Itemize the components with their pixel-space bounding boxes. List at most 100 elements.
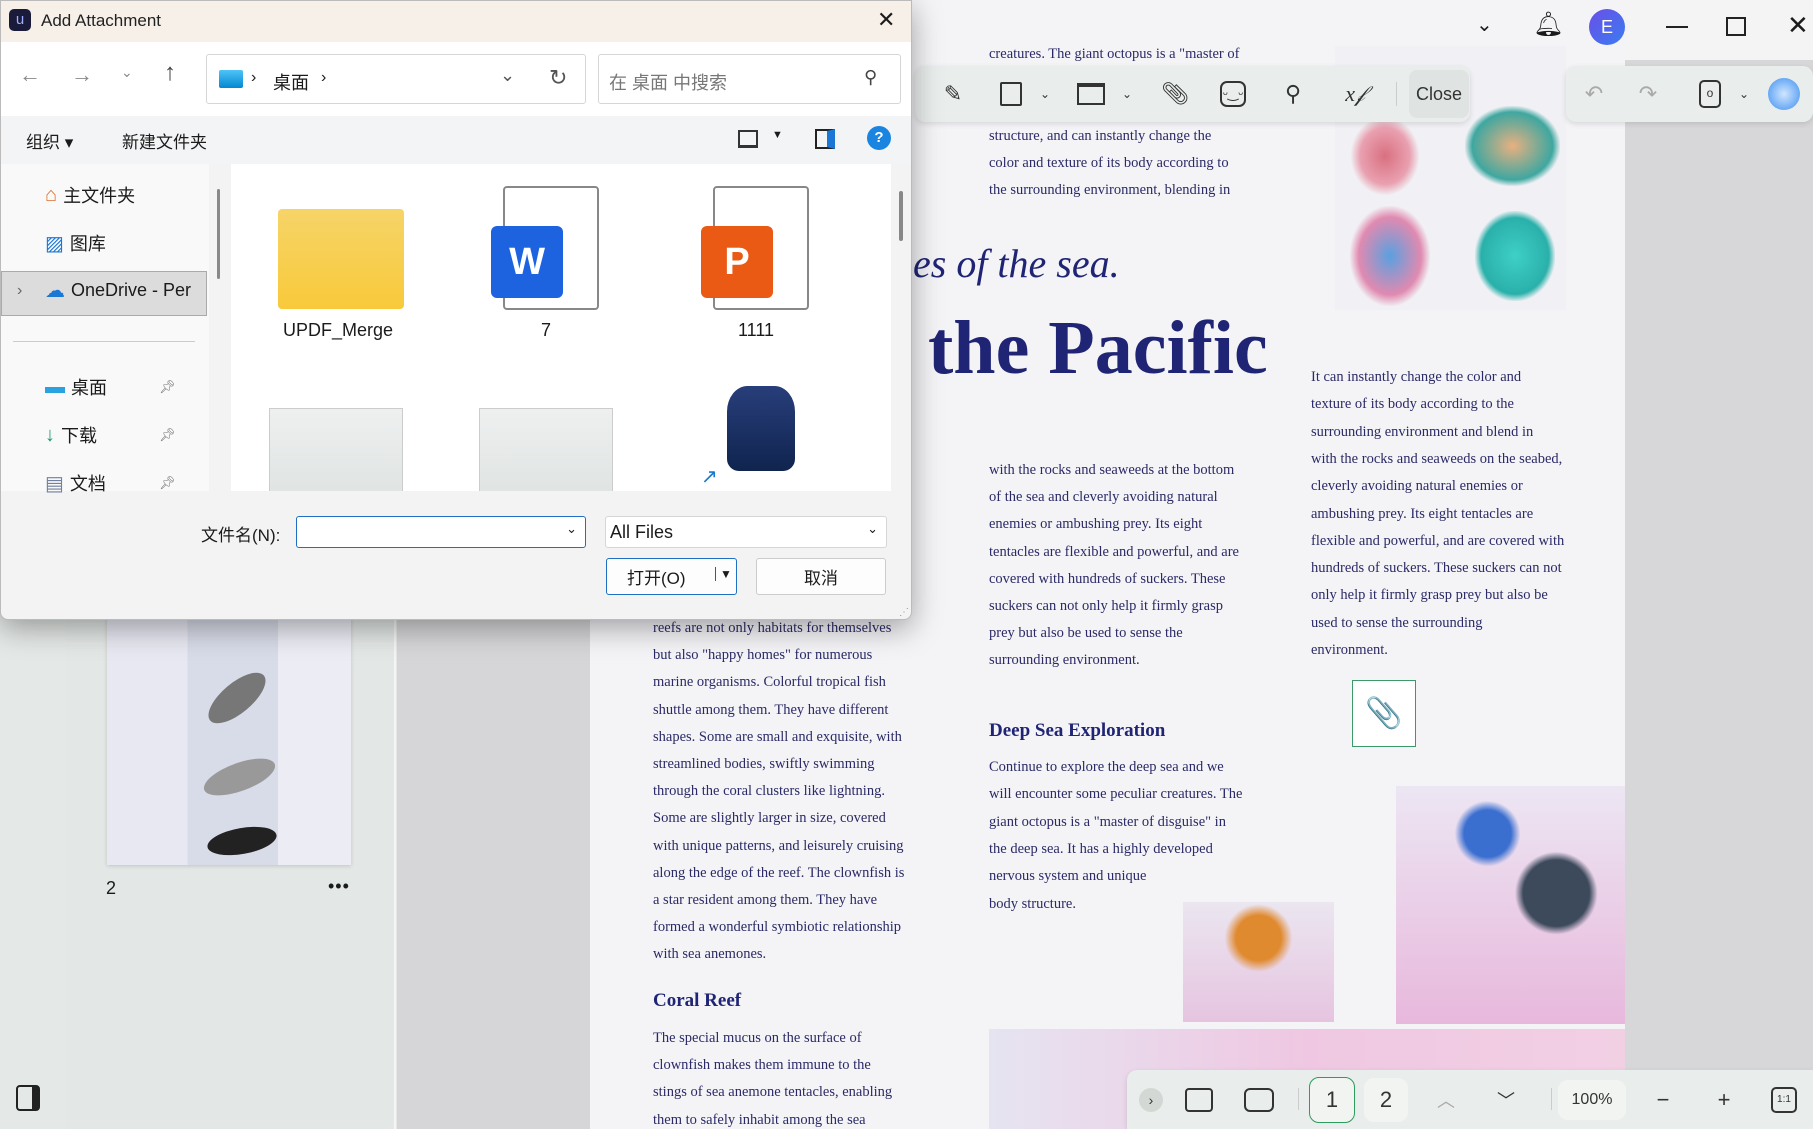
page-text-line: prey but also be used to sense the xyxy=(989,625,1183,642)
signature-icon[interactable]: x𝒻 xyxy=(1345,81,1365,107)
expand-chevron-icon[interactable]: › xyxy=(1139,1087,1163,1112)
zoom-out-icon[interactable]: − xyxy=(1657,1087,1670,1113)
page-text-line: marine organisms. Colorful tropical fish xyxy=(653,674,886,691)
ai-assistant-icon[interactable] xyxy=(1768,78,1800,110)
page-thumbnail[interactable] xyxy=(107,613,351,865)
next-page-icon[interactable]: ﹀ xyxy=(1497,1087,1515,1113)
rectangle-icon[interactable] xyxy=(1000,82,1022,106)
breadcrumb-desktop[interactable]: 桌面 xyxy=(273,69,309,95)
toolbar-divider xyxy=(1551,1088,1552,1110)
undo-icon[interactable]: ↶ xyxy=(1585,81,1603,107)
home-icon: ⌂ xyxy=(45,183,58,206)
presentation-icon[interactable] xyxy=(1244,1087,1274,1112)
page-text-line: with unique patterns, and leisurely crui… xyxy=(653,837,904,854)
file-item-screenshot[interactable] xyxy=(269,408,403,491)
organize-menu[interactable]: 组织 ▾ xyxy=(26,128,73,153)
nav-scrollbar[interactable] xyxy=(217,189,220,279)
reading-mode-icon[interactable] xyxy=(1185,1087,1213,1112)
file-type-select[interactable]: All Files ⌄ xyxy=(605,516,887,548)
file-item-folder[interactable]: UPDF_Merge xyxy=(258,194,418,354)
thumbnail-more-icon[interactable]: ••• xyxy=(328,876,350,897)
page-button-1[interactable]: 1 xyxy=(1309,1076,1355,1123)
pin-icon[interactable]: 📌︎ xyxy=(159,379,176,395)
nav-item[interactable]: ☁ OneDrive - Per xyxy=(45,278,191,303)
previous-page-icon[interactable]: ︿ xyxy=(1437,1087,1455,1113)
resize-grip-icon[interactable]: ⋰ xyxy=(899,607,909,618)
maximize-icon[interactable] xyxy=(1726,17,1746,36)
save-icon[interactable]: o xyxy=(1699,80,1721,108)
chevron-down-icon[interactable]: ⌄ xyxy=(1476,12,1493,37)
nav-item[interactable]: ⌂ 主文件夹 xyxy=(45,182,135,208)
page-button-2[interactable]: 2 xyxy=(1364,1077,1408,1122)
file-item-powerpoint[interactable]: P 1111 xyxy=(676,186,836,356)
attachment-annotation-icon[interactable]: 📎 xyxy=(1352,680,1416,747)
open-button[interactable]: 打开(O) ▼ xyxy=(606,558,737,595)
stamp-icon[interactable]: ⚲ xyxy=(1285,81,1301,107)
whale-image xyxy=(199,751,280,803)
help-icon[interactable]: ? xyxy=(867,126,891,150)
file-item-word[interactable]: W 7 xyxy=(466,186,626,356)
up-icon[interactable]: ↑ xyxy=(164,59,176,87)
refresh-icon[interactable]: ↻ xyxy=(549,65,567,91)
search-icon[interactable]: ⚲ xyxy=(864,67,877,88)
nav-item[interactable]: ▤ 文档 📌︎ xyxy=(45,470,176,496)
nav-item[interactable]: ▬ 桌面 📌︎ xyxy=(45,374,176,400)
minimize-icon[interactable] xyxy=(1666,26,1688,28)
search-box[interactable]: 在 桌面 中搜索 ⚲ xyxy=(598,54,901,104)
zoom-level[interactable]: 100% xyxy=(1558,1079,1626,1120)
page-text-line: but also "happy homes" for numerous xyxy=(653,647,873,664)
close-toolbar-button[interactable]: Close xyxy=(1409,70,1469,118)
pin-icon[interactable]: 📌︎ xyxy=(159,427,176,443)
view-dropdown-icon[interactable]: ▼ xyxy=(772,129,783,141)
file-list-scrollbar[interactable] xyxy=(899,191,903,241)
page-text-line: giant octopus is a "master of disguise" … xyxy=(989,813,1226,830)
paperclip-icon[interactable]: 📎︎ xyxy=(1161,81,1189,107)
chevron-down-icon[interactable]: ⌄ xyxy=(566,521,577,537)
nav-item[interactable]: ↓ 下载 📌︎ xyxy=(45,422,176,448)
desktop-icon: ▬ xyxy=(45,375,65,398)
forward-icon[interactable]: → xyxy=(71,62,93,88)
address-bar[interactable]: › 桌面 › ⌄ ↻ xyxy=(206,54,586,104)
zoom-in-icon[interactable]: + xyxy=(1718,1087,1731,1113)
recent-locations-icon[interactable]: ⌄ xyxy=(121,64,133,81)
document-icon: ▤ xyxy=(45,472,64,495)
expand-chevron-icon[interactable]: › xyxy=(17,282,22,300)
file-item-shortcut-cat[interactable]: ↗ xyxy=(701,376,811,491)
notification-bell-icon[interactable]: 🔔︎ xyxy=(1533,10,1563,39)
page-text-line: body structure. xyxy=(989,895,1076,912)
new-folder-button[interactable]: 新建文件夹 xyxy=(122,128,207,153)
search-input[interactable]: 在 桌面 中搜索 xyxy=(609,69,727,95)
nav-item-label: 桌面 xyxy=(71,378,107,398)
chevron-down-icon[interactable]: ⌄ xyxy=(867,521,878,537)
filename-input[interactable]: ⌄ xyxy=(296,516,586,548)
page-text-line: reefs are not only habitats for themselv… xyxy=(653,620,892,636)
chevron-down-icon[interactable]: ⌄ xyxy=(1739,87,1749,101)
file-item-screenshot[interactable] xyxy=(479,408,613,491)
chevron-down-icon[interactable]: ⌄ xyxy=(1040,87,1050,101)
page-text-line: clownfish makes them immune to the xyxy=(653,1057,871,1074)
page-text-line: The special mucus on the surface of xyxy=(653,1030,862,1046)
highlighter-icon[interactable]: ✎ xyxy=(944,81,962,107)
actual-size-button[interactable]: 1:1 xyxy=(1771,1086,1797,1113)
nav-item[interactable]: ▨ 图库 xyxy=(45,230,106,256)
avatar[interactable]: E xyxy=(1589,9,1625,45)
measure-icon[interactable] xyxy=(1077,83,1105,105)
view-mode-icon[interactable] xyxy=(738,130,758,148)
pin-icon[interactable]: 📌︎ xyxy=(159,475,176,491)
back-icon[interactable]: ← xyxy=(19,62,41,88)
dialog-close-icon[interactable]: ✕ xyxy=(877,7,895,33)
redo-icon[interactable]: ↷ xyxy=(1639,81,1657,107)
download-icon: ↓ xyxy=(45,423,55,446)
open-dropdown-icon[interactable]: ▼ xyxy=(715,567,732,581)
history-toolbar: ↶ ↷ o ⌄ xyxy=(1566,66,1813,122)
address-dropdown-icon[interactable]: ⌄ xyxy=(500,65,515,86)
nav-item-label: 文档 xyxy=(69,474,106,494)
sidebar-toggle-icon[interactable] xyxy=(16,1085,40,1111)
close-window-icon[interactable]: ✕ xyxy=(1787,10,1809,41)
coral-orange-image xyxy=(1465,106,1560,186)
sticker-icon[interactable]: ᵕ‿ᵕ xyxy=(1220,81,1246,107)
preview-pane-icon[interactable] xyxy=(815,129,835,149)
navigation-pane: › ⌂ 主文件夹 ▨ 图库 ☁ OneDrive - Per ▬ 桌面 📌︎ ↓ 下载 📌︎ ▤ 文档 📌︎ xyxy=(1,164,220,495)
chevron-down-icon[interactable]: ⌄ xyxy=(1122,87,1132,101)
cancel-button[interactable]: 取消 xyxy=(756,558,886,595)
